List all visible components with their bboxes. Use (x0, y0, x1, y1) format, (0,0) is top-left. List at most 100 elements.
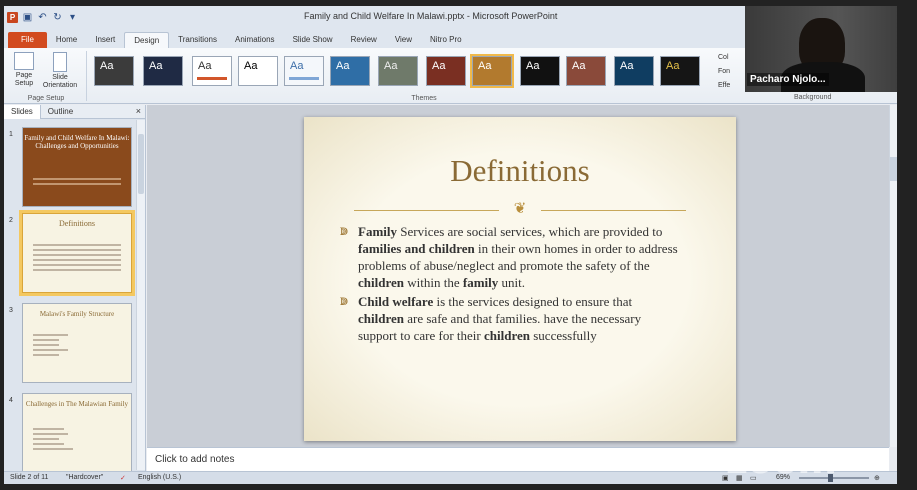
save-icon[interactable]: ▣ (22, 12, 33, 23)
slide-thumbnail-3[interactable]: Malawi's Family Structure (22, 303, 132, 383)
slide-thumbnail-4[interactable]: Challenges in The Malawian Family (22, 393, 132, 473)
language[interactable]: English (U.S.) (138, 474, 181, 481)
slide-counter: Slide 2 of 11 (10, 474, 49, 481)
bullet-flourish-icon: ↇ (340, 225, 348, 238)
body-text: is the services designed to ensure that (433, 294, 633, 309)
tab-file[interactable]: File (8, 32, 47, 48)
flourish-icon: ❦ (513, 199, 527, 217)
redo-icon[interactable]: ↻ (52, 12, 63, 23)
participant-name: Pacharo Njolo... (747, 73, 829, 86)
body-text: Services are social services, which are … (397, 224, 663, 239)
scrollbar-thumb[interactable] (138, 134, 144, 194)
ornament-line (354, 210, 499, 211)
undo-icon[interactable]: ↶ (37, 12, 48, 23)
tab-slides[interactable]: Slides (4, 104, 41, 119)
group-divider (86, 51, 87, 101)
slide-orientation-button[interactable]: Slide Orientation (42, 52, 78, 90)
slide-thumbnail-1[interactable]: Family and Child Welfare In Malawi: Chal… (22, 127, 132, 207)
page-setup-group-label: Page Setup (27, 95, 65, 102)
slide-number: 3 (9, 307, 13, 314)
slide-scrollbar[interactable] (889, 105, 897, 447)
tab-animations[interactable]: Animations (226, 32, 284, 48)
theme-thumbnail[interactable]: Aa (238, 56, 278, 86)
theme-sample-text: Aa (336, 60, 350, 72)
zoom-watermark: zoom (726, 438, 837, 482)
slide-number: 2 (9, 217, 13, 224)
current-slide[interactable]: Definitions ❦ ↇ Family Services are soci… (304, 117, 736, 441)
theme-thumbnail[interactable]: Aa (378, 56, 418, 86)
tab-view[interactable]: View (386, 32, 421, 48)
theme-sample-text: Aa (384, 60, 398, 72)
tab-insert[interactable]: Insert (86, 32, 124, 48)
quick-access-toolbar: P ▣ ↶ ↻ ▾ (4, 11, 78, 23)
thumbnail-title: Family and Child Welfare In Malawi: Chal… (24, 134, 130, 150)
theme-thumbnail[interactable]: Aa (660, 56, 700, 86)
slide-content[interactable]: ↇ Family Services are social services, w… (340, 223, 680, 346)
page-setup-icon (14, 52, 34, 70)
powerpoint-window: P ▣ ↶ ↻ ▾ Family and Child Welfare In Ma… (4, 6, 897, 484)
window-title: Family and Child Welfare In Malawi.pptx … (304, 11, 558, 21)
title-ornament: ❦ (354, 199, 686, 217)
bold-text: children (358, 275, 404, 290)
page-setup-button[interactable]: Page Setup (6, 52, 42, 88)
theme-thumbnail[interactable]: Aa (192, 56, 232, 86)
powerpoint-logo-icon[interactable]: P (7, 11, 18, 23)
body-text: successfully (529, 328, 597, 343)
theme-thumbnail-selected[interactable]: Aa (470, 54, 514, 88)
tab-design[interactable]: Design (124, 32, 170, 48)
bold-text: children (483, 328, 530, 343)
theme-thumbnail[interactable]: Aa (614, 56, 654, 86)
slide-orientation-label: Slide Orientation (42, 74, 78, 89)
thumbnail-title: Malawi's Family Structure (39, 310, 115, 318)
body-text: within the (404, 275, 463, 290)
notes-placeholder: Click to add notes (155, 454, 235, 465)
theme-thumbnail[interactable]: Aa (143, 56, 183, 86)
fonts-button[interactable]: Fon (718, 68, 730, 75)
theme-sample-text: Aa (666, 60, 680, 72)
slide-thumbnail-2[interactable]: Definitions (19, 210, 135, 296)
colors-button[interactable]: Col (718, 54, 729, 61)
thumbnail-title: Challenges in The Malawian Family (25, 400, 129, 408)
theme-thumbnail[interactable]: Aa (330, 56, 370, 86)
bold-text: Family (358, 224, 397, 239)
theme-thumbnail[interactable]: Aa (566, 56, 606, 86)
bullet-flourish-icon: ↇ (340, 295, 348, 308)
slide-title[interactable]: Definitions (304, 153, 736, 189)
theme-thumbnail[interactable]: Aa (426, 56, 466, 86)
effects-button[interactable]: Effe (718, 82, 730, 89)
theme-sample-text: Aa (478, 60, 492, 72)
thumbnail-title: Definitions (59, 219, 95, 228)
theme-thumbnail[interactable]: Aa (94, 56, 134, 86)
background-group-label: Background (794, 94, 832, 101)
tab-transitions[interactable]: Transitions (169, 32, 226, 48)
theme-sample-text: Aa (290, 60, 304, 72)
theme-name: "Hardcover" (66, 474, 104, 481)
slide-number: 4 (9, 397, 13, 404)
bold-text: children (358, 311, 404, 326)
slides-pane: Slides Outline × 1 Family and Child Welf… (4, 104, 146, 473)
spellcheck-icon[interactable]: ✓ (120, 474, 126, 482)
bold-text: families and children (358, 241, 475, 256)
bold-text: family (462, 275, 499, 290)
theme-sample-text: Aa (100, 60, 114, 72)
body-text: unit. (498, 275, 525, 290)
tab-review[interactable]: Review (342, 32, 386, 48)
theme-thumbnail[interactable]: Aa (520, 56, 560, 86)
slide-orientation-icon (53, 52, 67, 72)
tab-outline[interactable]: Outline (41, 105, 80, 119)
fit-to-window-icon[interactable]: ⊕ (874, 474, 880, 482)
bold-text: Child welfare (358, 294, 434, 309)
tab-nitro-pro[interactable]: Nitro Pro (421, 32, 471, 48)
close-icon[interactable]: × (136, 106, 141, 116)
tab-slide-show[interactable]: Slide Show (284, 32, 342, 48)
theme-thumbnail[interactable]: Aa (284, 56, 324, 86)
theme-sample-text: Aa (198, 60, 212, 72)
slide-number: 1 (9, 131, 13, 138)
scrollbar-thumb[interactable] (890, 157, 897, 181)
theme-sample-text: Aa (432, 60, 446, 72)
slides-pane-scrollbar[interactable] (136, 120, 145, 470)
qat-dropdown-icon[interactable]: ▾ (67, 12, 78, 23)
webcam-overlay: Pacharo Njolo... (745, 6, 897, 92)
theme-sample-text: Aa (526, 60, 540, 72)
tab-home[interactable]: Home (47, 32, 86, 48)
